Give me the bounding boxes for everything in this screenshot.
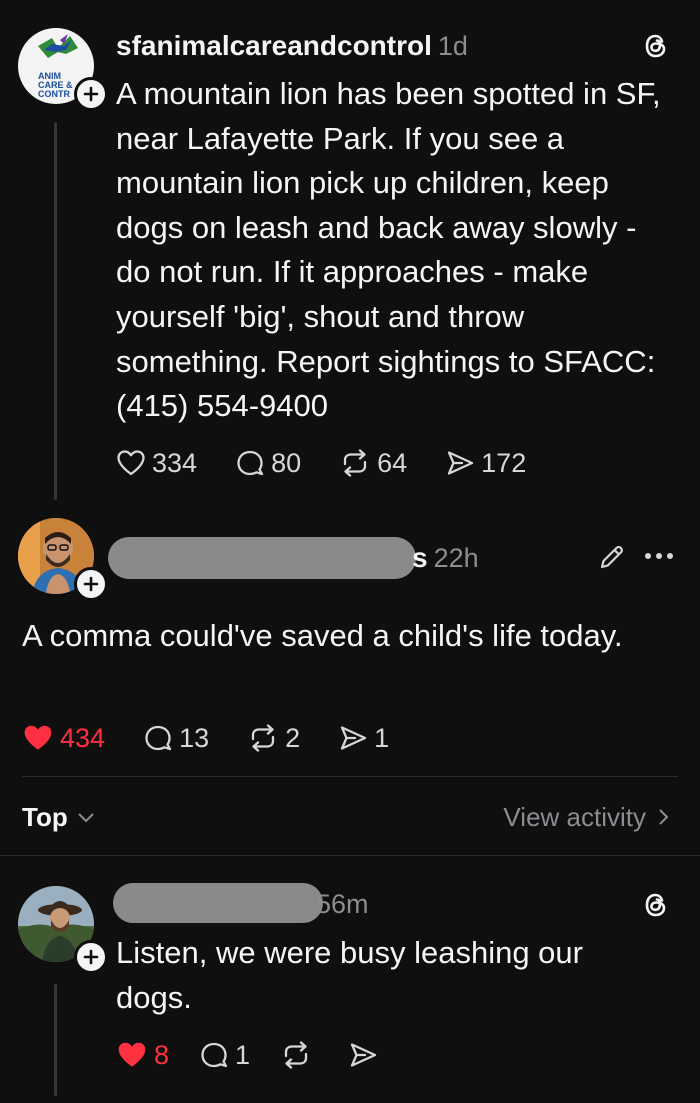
thread-line <box>54 984 57 1096</box>
follow-plus-button[interactable] <box>74 940 108 974</box>
like-button[interactable]: 434 <box>22 723 105 754</box>
repost-count: 64 <box>377 447 408 478</box>
logo-text-line: CONTR <box>38 89 70 99</box>
divider <box>22 776 678 777</box>
thread-line <box>54 122 57 500</box>
more-icon[interactable] <box>644 551 674 561</box>
comment-button[interactable]: 13 <box>143 723 209 754</box>
repost-button[interactable]: 2 <box>247 723 300 754</box>
plus-icon <box>83 86 99 102</box>
redacted-username <box>113 883 323 923</box>
repost-button[interactable]: 64 <box>339 448 407 479</box>
repost-button[interactable] <box>280 1041 318 1069</box>
comment-icon <box>237 450 264 476</box>
repost-icon <box>343 449 367 477</box>
share-icon <box>340 726 367 750</box>
timestamp: 22h <box>433 542 479 573</box>
sort-dropdown[interactable]: Top <box>22 800 96 834</box>
post-actions: 434 13 2 1 <box>22 718 427 758</box>
threads-logo-icon[interactable] <box>641 890 671 920</box>
like-count: 334 <box>152 447 198 478</box>
heart-icon <box>117 450 145 476</box>
username[interactable]: sfanimalcareandcontrol <box>116 30 432 62</box>
chevron-down-icon <box>78 813 94 823</box>
sort-label: Top <box>22 801 68 832</box>
chevron-right-icon <box>659 809 669 825</box>
post-header: s 22h <box>412 536 479 580</box>
follow-plus-button[interactable] <box>74 567 108 601</box>
share-button[interactable] <box>348 1041 384 1069</box>
threads-logo-icon[interactable] <box>641 31 671 61</box>
follow-plus-button[interactable] <box>74 77 108 111</box>
repost-icon <box>251 724 275 752</box>
post-body: Listen, we were busy leashing our dogs. <box>116 935 583 1015</box>
plus-icon <box>83 949 99 965</box>
comment-count: 13 <box>179 722 210 753</box>
repost-icon <box>284 1041 308 1069</box>
redacted-username <box>108 537 416 579</box>
comment-button[interactable]: 1 <box>199 1040 250 1071</box>
share-count: 172 <box>481 447 527 478</box>
plus-icon <box>83 576 99 592</box>
timestamp: 1d <box>437 30 468 61</box>
comment-icon <box>201 1042 228 1068</box>
like-count: 434 <box>60 722 106 753</box>
comment-icon <box>145 725 172 751</box>
view-activity-label: View activity <box>503 801 646 832</box>
repost-count: 2 <box>285 722 301 753</box>
post-header: 56m <box>316 884 369 924</box>
post-header: sfanimalcareandcontrol 1d <box>116 26 468 66</box>
comment-button[interactable]: 80 <box>235 448 301 479</box>
heart-icon <box>118 1042 146 1067</box>
share-icon <box>448 451 474 475</box>
comment-count: 80 <box>271 447 302 478</box>
share-button[interactable]: 172 <box>445 448 526 479</box>
view-activity-link[interactable]: View activity <box>503 800 670 834</box>
timestamp: 56m <box>316 888 369 919</box>
like-button[interactable]: 334 <box>116 448 197 479</box>
divider <box>0 855 700 856</box>
post-body: A mountain lion has been spotted in SF, … <box>116 76 661 424</box>
username-suffix[interactable]: s <box>412 542 428 574</box>
share-icon <box>350 1043 377 1067</box>
like-count: 8 <box>154 1039 170 1070</box>
post-actions: 8 1 <box>116 1035 422 1075</box>
heart-icon <box>24 725 52 750</box>
share-count: 1 <box>374 722 390 753</box>
edit-icon[interactable] <box>597 542 627 572</box>
comment-count: 1 <box>235 1039 251 1070</box>
post-actions: 334 80 64 172 <box>116 443 564 483</box>
like-button[interactable]: 8 <box>116 1040 169 1071</box>
post-body: A comma could've saved a child's life to… <box>22 618 623 653</box>
share-button[interactable]: 1 <box>338 723 389 754</box>
